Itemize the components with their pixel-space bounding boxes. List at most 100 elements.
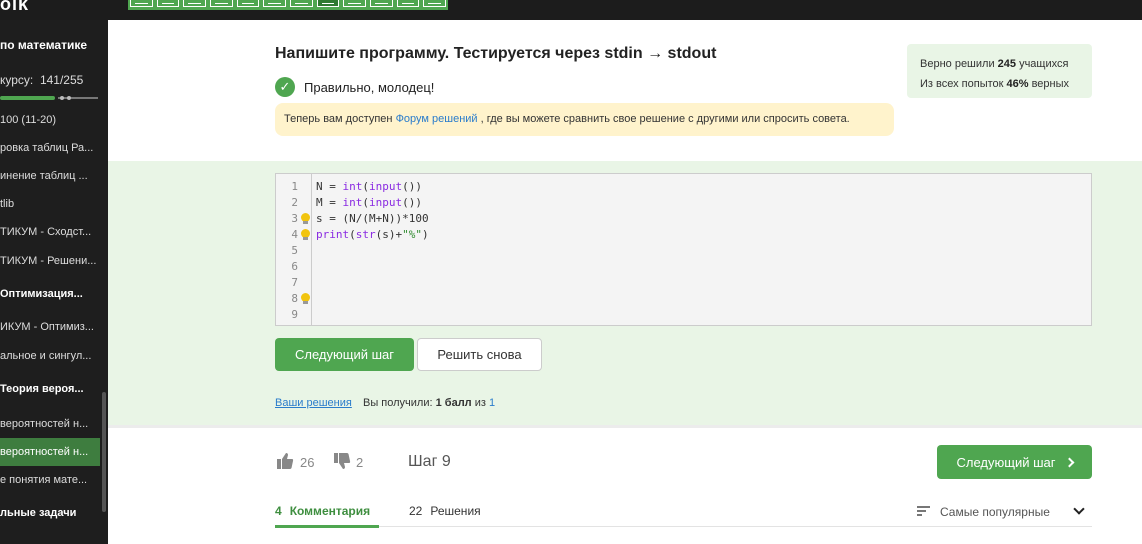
sidebar-item[interactable]: вероятностей н... [0, 438, 100, 466]
step-3[interactable] [183, 0, 207, 7]
sidebar-item[interactable]: льные задачи [0, 499, 100, 527]
step-mark [188, 3, 202, 4]
code-editor[interactable]: 123456789 N = int(input()) M = int(input(… [275, 173, 1092, 326]
step-navigation [128, 0, 448, 10]
sort-dropdown[interactable]: Самые популярные [940, 505, 1050, 519]
score-max: 1 [488, 397, 496, 409]
code-token: input [369, 196, 403, 209]
solve-stats: Верно решили 245 учащихся Из всех попыто… [907, 44, 1092, 98]
step-label: Шаг 9 [408, 453, 451, 470]
tab-solutions[interactable]: 22 Решения [409, 504, 481, 518]
progress-label: курсу: [0, 73, 34, 87]
code-line[interactable]: N = int(input()) [316, 180, 422, 193]
line-number: 1 [291, 180, 298, 193]
code-line[interactable]: M = int(input()) [316, 196, 422, 209]
step-mark [268, 3, 282, 4]
tab-solutions-label: Решения [430, 504, 481, 518]
code-line[interactable]: s = (N/(M+N))*100 [316, 212, 429, 225]
code-token: ( [349, 228, 356, 241]
thumbs-down-icon[interactable] [333, 452, 351, 470]
tab-comments-label: Комментария [289, 504, 371, 518]
progress-bar-track [58, 97, 98, 99]
step-mark [428, 3, 442, 4]
code-line[interactable]: print(str(s)+"%") [316, 228, 429, 241]
notice-text: Теперь вам доступен [284, 113, 396, 125]
progress-bar [0, 96, 98, 100]
like-count: 26 [300, 455, 315, 470]
step-10[interactable] [370, 0, 393, 7]
line-number: 4 [291, 228, 298, 241]
code-token: str [355, 228, 376, 241]
comments-count: 4 [275, 504, 282, 518]
step-4[interactable] [210, 0, 233, 7]
stats-attempts: Из всех попыток 46% верных [920, 78, 1070, 90]
sidebar-item[interactable]: ТИКУМ - Решени... [0, 247, 100, 275]
sidebar-item[interactable]: tlib [0, 190, 100, 218]
code-token: (s)+ [375, 228, 403, 241]
next-step-footer-label: Следующий шаг [956, 454, 1056, 470]
sidebar-item[interactable]: ИКУМ - Оптимиз... [0, 313, 100, 341]
lightbulb-icon[interactable] [300, 213, 310, 225]
step-mark [321, 3, 335, 4]
code-token: ()) [402, 180, 422, 193]
step-7[interactable] [290, 0, 313, 7]
tab-comments[interactable]: 4 Комментария [275, 504, 380, 528]
your-solutions-link[interactable]: Ваши решения [275, 397, 352, 409]
step-mark [241, 3, 255, 4]
sidebar-item[interactable]: Теория вероя... [0, 375, 100, 403]
dislike-count: 2 [356, 455, 364, 470]
sidebar-scrollbar[interactable] [102, 392, 106, 512]
retry-button[interactable]: Решить снова [417, 338, 542, 371]
score-value: 1 балл [435, 397, 472, 409]
step-8[interactable] [316, 0, 340, 7]
sidebar-item[interactable]: Оптимизация... [0, 280, 100, 308]
step-6[interactable] [263, 0, 287, 7]
lightbulb-icon[interactable] [300, 229, 310, 241]
forum-notice: Теперь вам доступен Форум решений , где … [275, 103, 894, 136]
line-gutter: 1 2 3 4 5 6 7 8 9 [276, 174, 312, 325]
line-number: 8 [291, 292, 298, 305]
code-token: ( [362, 180, 369, 193]
step-mark [295, 3, 308, 4]
progress-dot [60, 96, 64, 100]
code-token: print [316, 228, 350, 241]
line-number: 2 [291, 196, 298, 209]
step-mark [401, 3, 415, 4]
tabs-underline [275, 526, 1092, 527]
step-mark [215, 3, 228, 4]
thumbs-up-icon[interactable] [276, 452, 294, 470]
chevron-down-icon[interactable] [1073, 503, 1085, 515]
line-number: 6 [291, 260, 298, 273]
next-step-button[interactable]: Следующий шаг [275, 338, 414, 371]
sidebar-item[interactable]: 100 (11-20) [0, 106, 100, 134]
course-sidebar: по математике курсу: 141/255 100 (11-20)… [0, 20, 108, 544]
code-token: s = (N/(M+N))*100 [316, 212, 429, 225]
correct-percent: 46% [1006, 78, 1029, 90]
code-token: N = [316, 180, 343, 193]
status-message: Правильно, молодец! [304, 80, 435, 95]
step-9[interactable] [343, 0, 367, 7]
solutions-count: 22 [409, 504, 423, 518]
step-1[interactable] [130, 0, 153, 7]
sidebar-item[interactable]: ТИКУМ - Сходст... [0, 218, 100, 246]
sidebar-item[interactable]: е понятия мате... [0, 466, 100, 494]
step-5[interactable] [236, 0, 260, 7]
lightbulb-icon[interactable] [300, 293, 310, 305]
sidebar-item[interactable]: инение таблиц ... [0, 162, 100, 190]
task-title: Напишите программу. Тестируется через st… [275, 45, 717, 62]
solved-count: 245 [997, 58, 1017, 70]
course-title: по математике [0, 38, 88, 52]
forum-link[interactable]: Форум решений [396, 113, 478, 125]
sidebar-item[interactable]: ровка таблиц Ра... [0, 134, 100, 162]
next-step-footer-button[interactable]: Следующий шаг [937, 445, 1092, 479]
step-mark [375, 3, 388, 4]
divider [108, 425, 1142, 428]
step-mark [348, 3, 362, 4]
sidebar-item[interactable]: альное и сингул... [0, 342, 100, 370]
line-number: 3 [291, 212, 298, 225]
sidebar-item[interactable]: вероятностей н... [0, 410, 100, 438]
step-2[interactable] [156, 0, 180, 7]
code-token: M = [316, 196, 343, 209]
step-11[interactable] [396, 0, 420, 7]
step-12[interactable] [423, 0, 447, 7]
